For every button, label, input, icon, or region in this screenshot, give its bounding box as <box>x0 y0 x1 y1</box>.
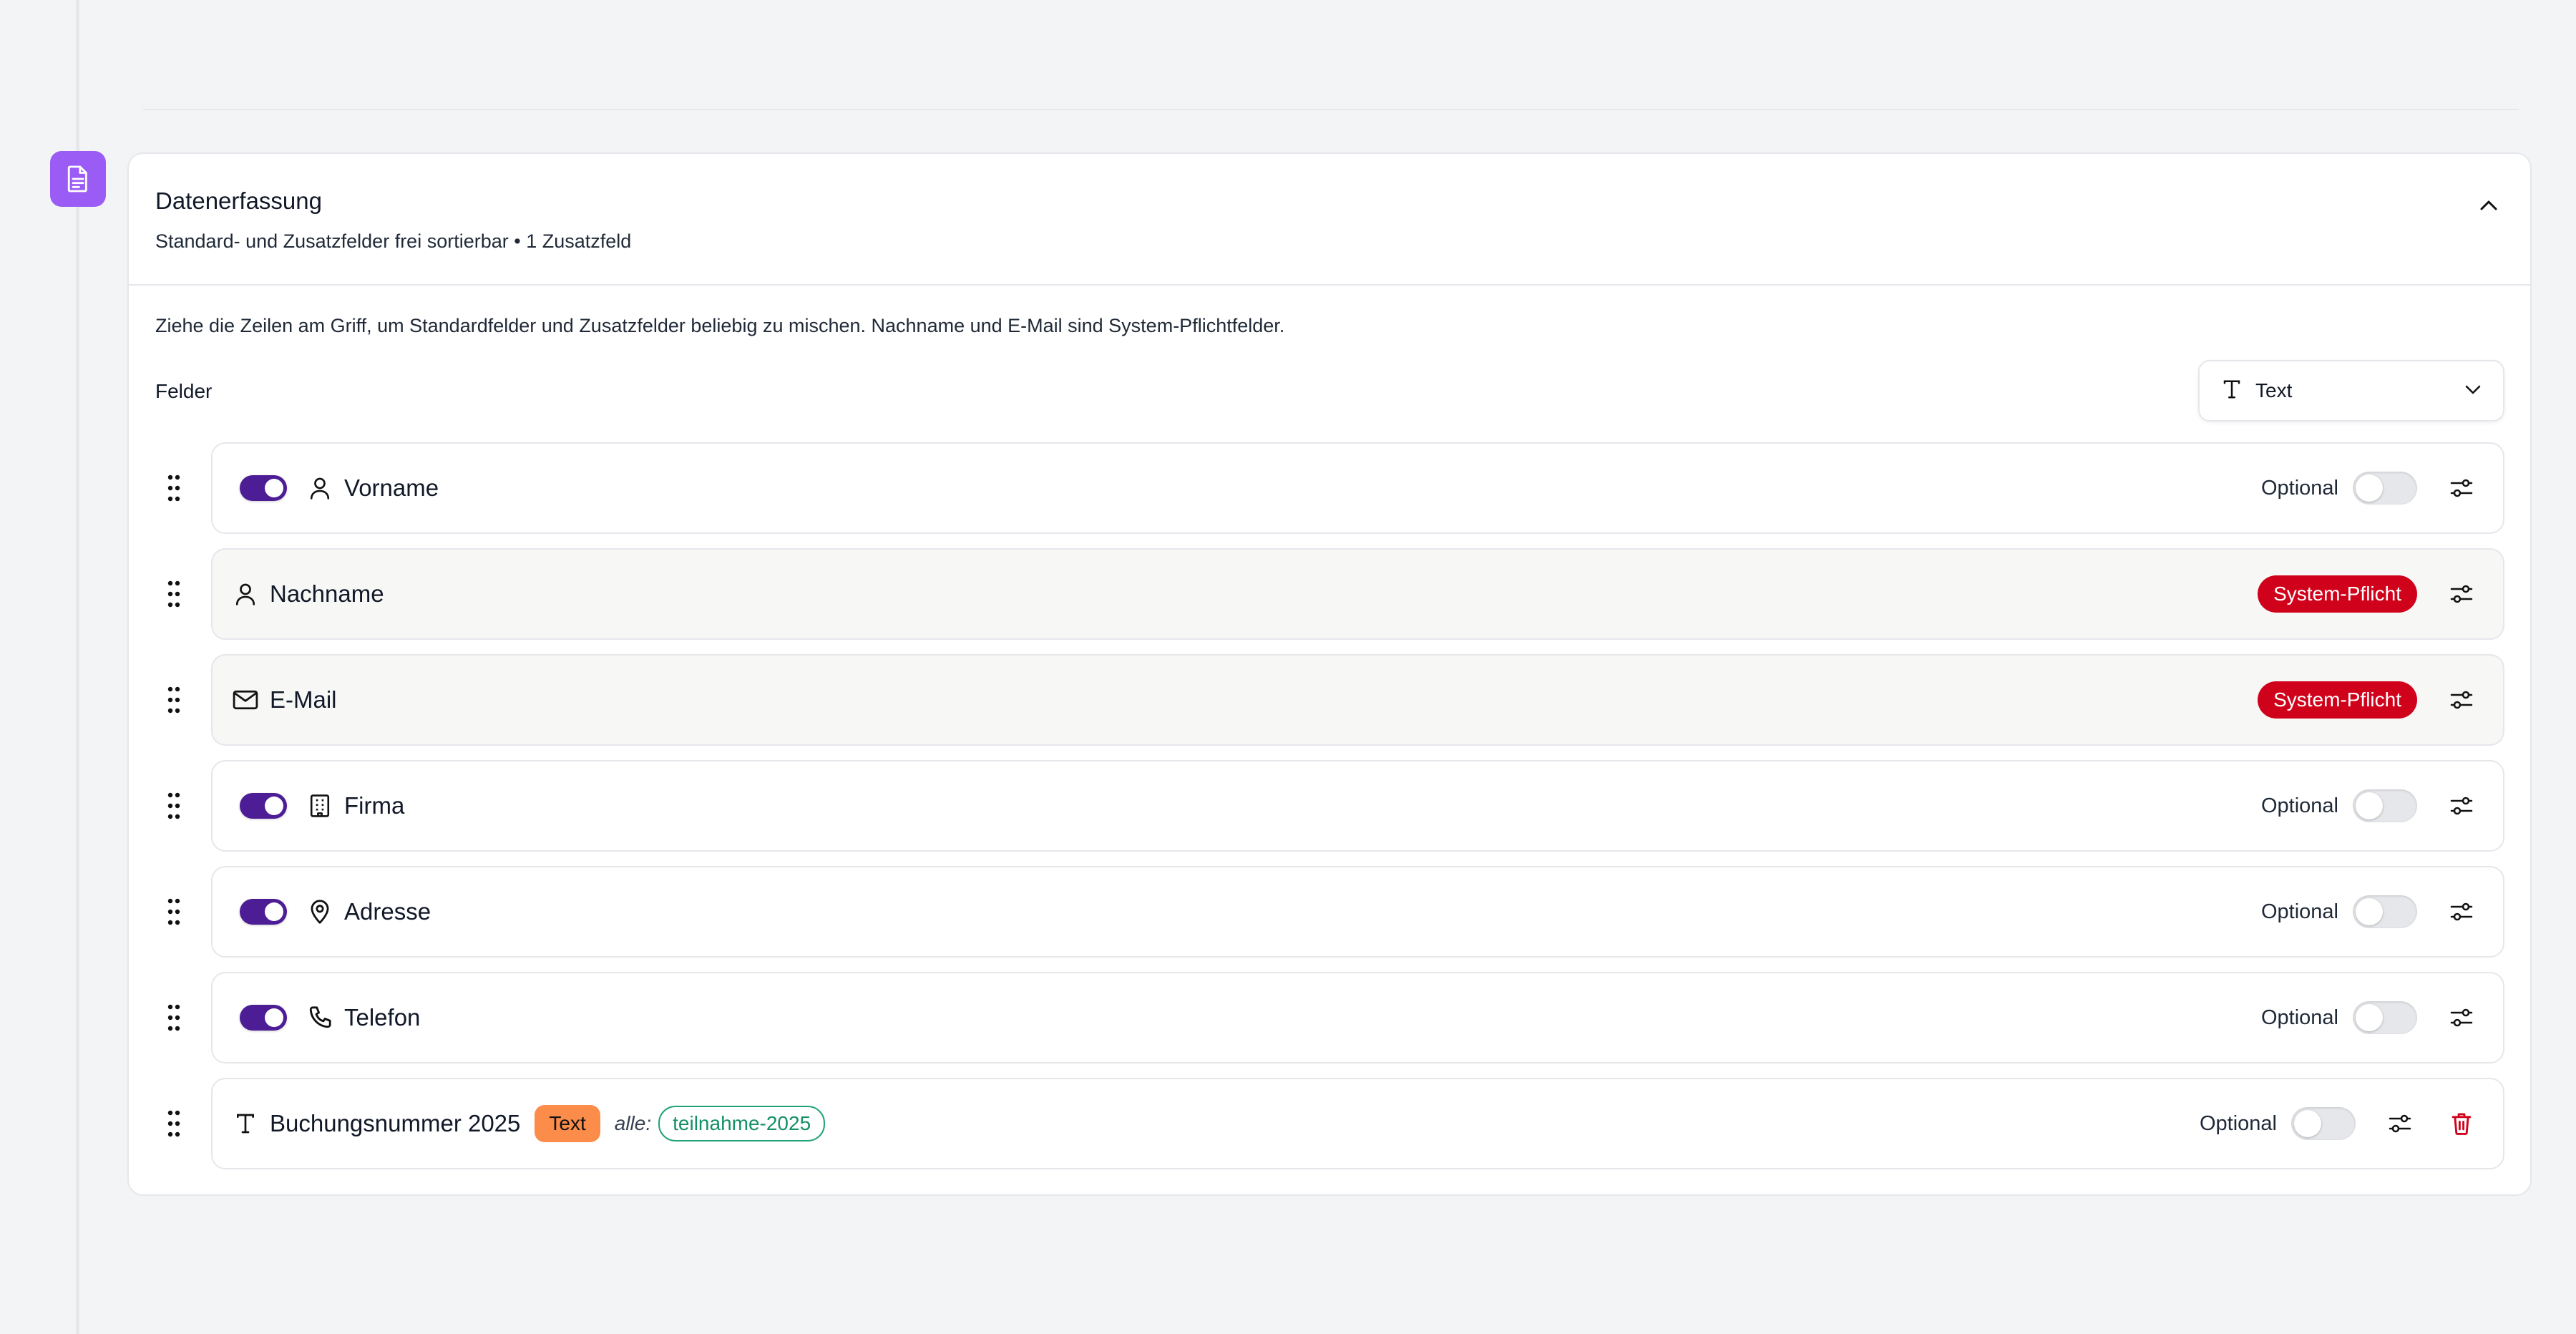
optional-label: Optional <box>2260 476 2338 500</box>
sliders-icon[interactable] <box>2446 472 2477 504</box>
optional-label: Optional <box>2260 1006 2338 1029</box>
field-enabled-toggle[interactable] <box>240 899 287 925</box>
field-name: Vorname <box>344 474 439 501</box>
optional-label: Optional <box>2199 1111 2277 1135</box>
section-title: Datenerfassung <box>155 188 322 214</box>
field-row-firma: Firma Optional <box>129 760 2530 852</box>
field-card: Firma Optional <box>211 760 2504 852</box>
trash-icon[interactable] <box>2446 1108 2477 1139</box>
drag-handle-icon[interactable] <box>167 580 180 608</box>
field-type-select[interactable]: Text <box>2198 360 2504 422</box>
phone-icon <box>306 1003 334 1032</box>
optional-label: Optional <box>2260 794 2338 817</box>
field-card: Nachname System-Pflicht <box>211 548 2504 640</box>
chevron-down-icon <box>2464 384 2482 398</box>
field-name: Nachname <box>270 580 384 607</box>
building-icon <box>306 792 334 820</box>
required-toggle[interactable] <box>2291 1107 2356 1140</box>
sliders-icon[interactable] <box>2446 578 2477 610</box>
drag-handle-icon[interactable] <box>167 474 180 502</box>
mail-icon <box>231 686 260 714</box>
required-toggle[interactable] <box>2353 895 2417 928</box>
field-name: Firma <box>344 792 405 819</box>
sliders-icon[interactable] <box>2384 1108 2416 1139</box>
drag-handle-icon[interactable] <box>167 686 180 714</box>
field-name: E-Mail <box>270 686 337 713</box>
field-row-adresse: Adresse Optional <box>129 866 2530 958</box>
sliders-icon[interactable] <box>2446 684 2477 716</box>
map-pin-icon <box>306 897 334 926</box>
field-card: E-Mail System-Pflicht <box>211 654 2504 746</box>
field-name: Telefon <box>344 1004 421 1031</box>
field-type-value: Text <box>2255 379 2293 401</box>
fields-label: Felder <box>155 380 213 402</box>
sliders-icon[interactable] <box>2446 790 2477 822</box>
field-enabled-toggle[interactable] <box>240 793 287 819</box>
data-collection-card: Datenerfassung Standard- und Zusatzfelde… <box>127 152 2532 1196</box>
chevron-up-icon[interactable] <box>2473 190 2504 221</box>
drag-handle-icon[interactable] <box>167 1003 180 1032</box>
field-row-email: E-Mail System-Pflicht <box>129 654 2530 746</box>
field-enabled-toggle[interactable] <box>240 1005 287 1031</box>
sliders-icon[interactable] <box>2446 896 2477 928</box>
drag-handle-icon[interactable] <box>167 792 180 820</box>
user-icon <box>306 474 334 502</box>
field-card: Adresse Optional <box>211 866 2504 958</box>
field-row-telefon: Telefon Optional <box>129 972 2530 1063</box>
field-card: Buchungsnummer 2025 Text alle: teilnahme… <box>211 1078 2504 1169</box>
system-required-badge: System-Pflicht <box>2258 575 2417 613</box>
field-row-buchungsnummer: Buchungsnummer 2025 Text alle: teilnahme… <box>129 1078 2530 1169</box>
field-row-vorname: Vorname Optional <box>129 442 2530 534</box>
drag-handle-icon[interactable] <box>167 1109 180 1138</box>
section-subtitle: Standard- und Zusatzfelder frei sortierb… <box>155 230 632 252</box>
sliders-icon[interactable] <box>2446 1002 2477 1033</box>
text-type-icon <box>231 1109 260 1138</box>
field-card: Vorname Optional <box>211 442 2504 534</box>
field-name: Buchungsnummer 2025 <box>270 1110 521 1136</box>
required-toggle[interactable] <box>2353 789 2417 822</box>
user-icon <box>231 580 260 608</box>
document-icon <box>50 151 106 207</box>
scope-label: alle: <box>614 1112 652 1134</box>
field-card: Telefon Optional <box>211 972 2504 1063</box>
field-type-badge: Text <box>535 1105 600 1142</box>
field-row-nachname: Nachname System-Pflicht <box>129 548 2530 640</box>
required-toggle[interactable] <box>2353 1001 2417 1034</box>
drag-handle-icon[interactable] <box>167 897 180 926</box>
text-type-icon <box>2221 379 2243 404</box>
divider <box>143 109 2519 110</box>
field-enabled-toggle[interactable] <box>240 475 287 501</box>
system-required-badge: System-Pflicht <box>2258 681 2417 719</box>
optional-label: Optional <box>2260 900 2338 923</box>
tag-chip[interactable]: teilnahme-2025 <box>658 1106 826 1141</box>
card-header[interactable]: Datenerfassung Standard- und Zusatzfelde… <box>129 154 2530 286</box>
required-toggle[interactable] <box>2353 472 2417 505</box>
field-name: Adresse <box>344 898 431 925</box>
drag-hint: Ziehe die Zeilen am Griff, um Standardfe… <box>155 315 1285 336</box>
